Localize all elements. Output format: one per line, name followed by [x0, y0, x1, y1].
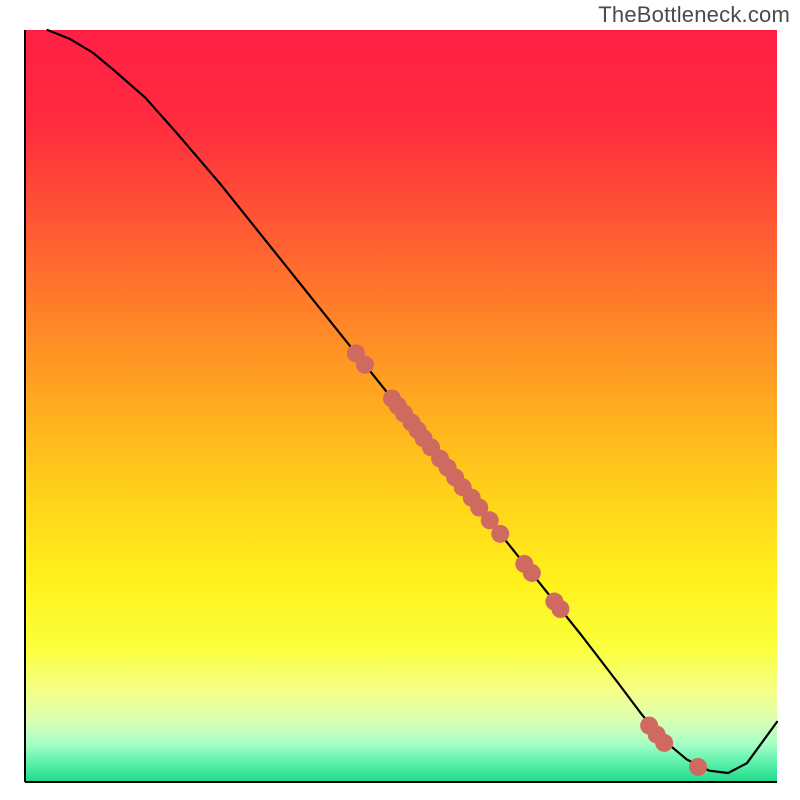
data-dot	[356, 356, 374, 374]
data-dot	[551, 600, 569, 618]
data-dot	[523, 564, 541, 582]
bottleneck-chart	[0, 0, 800, 800]
data-dot	[689, 758, 707, 776]
chart-stage: TheBottleneck.com	[0, 0, 800, 800]
data-dot	[655, 734, 673, 752]
data-dot	[491, 525, 509, 543]
